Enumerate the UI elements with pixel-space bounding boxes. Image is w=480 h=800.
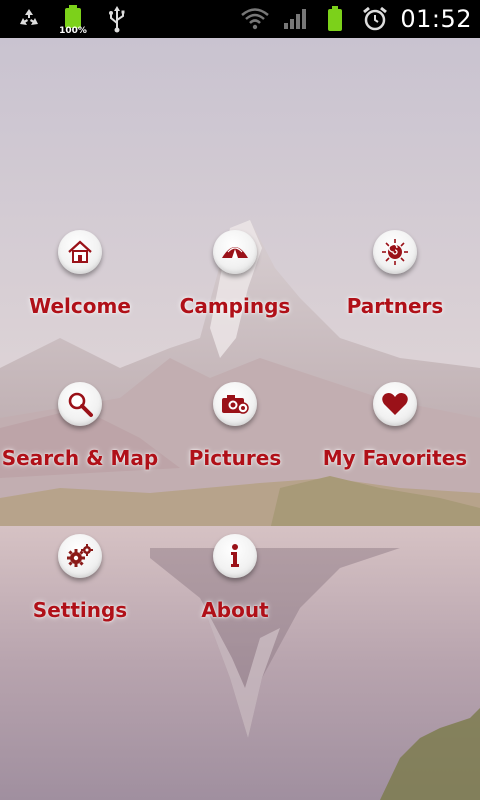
main-menu-grid: Welcome Campings Partners Search & Map P… bbox=[0, 228, 480, 684]
menu-label-my-favorites: My Favorites bbox=[322, 446, 468, 470]
menu-label-settings: Settings bbox=[32, 598, 128, 622]
status-bar-right: 01:52 bbox=[240, 4, 472, 34]
menu-item-search-map[interactable]: Search & Map bbox=[0, 380, 160, 532]
menu-item-campings[interactable]: Campings bbox=[160, 228, 310, 380]
heart-icon bbox=[373, 382, 417, 426]
menu-item-settings[interactable]: Settings bbox=[0, 532, 160, 684]
battery-charging-icon: 100% bbox=[58, 4, 88, 36]
menu-item-welcome[interactable]: Welcome bbox=[0, 228, 160, 380]
menu-label-search-map: Search & Map bbox=[1, 446, 159, 470]
menu-item-my-favorites[interactable]: My Favorites bbox=[310, 380, 480, 532]
gears-icon bbox=[58, 534, 102, 578]
magnifier-icon bbox=[58, 382, 102, 426]
battery-icon bbox=[320, 4, 350, 34]
info-icon bbox=[213, 534, 257, 578]
camera-icon bbox=[213, 382, 257, 426]
signal-icon bbox=[280, 4, 310, 34]
menu-label-about: About bbox=[201, 598, 269, 622]
battery-percent-label: 100% bbox=[59, 26, 87, 36]
sun-spiral-icon bbox=[373, 230, 417, 274]
alarm-icon bbox=[360, 4, 390, 34]
usb-icon bbox=[102, 4, 132, 34]
menu-item-pictures[interactable]: Pictures bbox=[160, 380, 310, 532]
menu-label-welcome: Welcome bbox=[29, 294, 131, 318]
menu-label-campings: Campings bbox=[179, 294, 291, 318]
wifi-icon bbox=[240, 4, 270, 34]
menu-label-pictures: Pictures bbox=[188, 446, 282, 470]
tent-icon bbox=[213, 230, 257, 274]
status-bar: 100% 01:52 bbox=[0, 0, 480, 38]
menu-label-partners: Partners bbox=[346, 294, 444, 318]
home-icon bbox=[58, 230, 102, 274]
recycle-icon bbox=[14, 4, 44, 34]
clock: 01:52 bbox=[400, 5, 472, 33]
menu-item-partners[interactable]: Partners bbox=[310, 228, 480, 380]
status-bar-left: 100% bbox=[14, 4, 132, 36]
menu-item-about[interactable]: About bbox=[160, 532, 310, 684]
